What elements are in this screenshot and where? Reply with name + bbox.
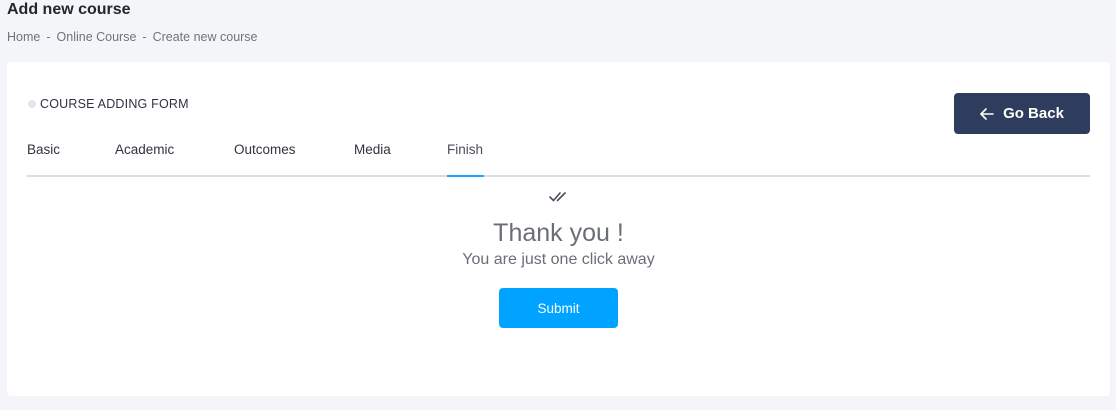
form-tabs: Basic Academic Outcomes Media Finish xyxy=(27,134,1090,177)
tab-basic[interactable]: Basic xyxy=(27,134,115,175)
tab-media[interactable]: Media xyxy=(354,134,447,175)
tab-outcomes[interactable]: Outcomes xyxy=(234,134,354,175)
finish-panel: Thank you ! You are just one click away … xyxy=(7,190,1110,328)
course-form-card: COURSE ADDING FORM Go Back Basic Academi… xyxy=(7,62,1110,396)
thank-you-heading: Thank you ! xyxy=(493,219,624,247)
bullet-dot-icon xyxy=(28,100,36,108)
finish-message: You are just one click away xyxy=(462,251,655,268)
breadcrumb-current: Create new course xyxy=(152,30,258,44)
page-title: Add new course xyxy=(7,1,131,18)
page-header: Add new course Home - Online Course - Cr… xyxy=(7,0,258,44)
breadcrumb-separator: - xyxy=(46,30,51,44)
go-back-label: Go Back xyxy=(1003,105,1064,122)
tab-finish[interactable]: Finish xyxy=(447,134,484,177)
arrow-left-icon xyxy=(980,107,994,120)
form-title: COURSE ADDING FORM xyxy=(28,97,189,111)
breadcrumb-online-course[interactable]: Online Course xyxy=(57,30,137,44)
submit-button[interactable]: Submit xyxy=(499,288,618,328)
breadcrumb: Home - Online Course - Create new course xyxy=(7,30,258,44)
tab-academic[interactable]: Academic xyxy=(115,134,234,175)
form-title-label: COURSE ADDING FORM xyxy=(40,97,189,111)
breadcrumb-home[interactable]: Home xyxy=(7,30,40,44)
double-check-icon xyxy=(548,192,566,202)
go-back-button[interactable]: Go Back xyxy=(954,93,1090,134)
breadcrumb-separator: - xyxy=(142,30,147,44)
